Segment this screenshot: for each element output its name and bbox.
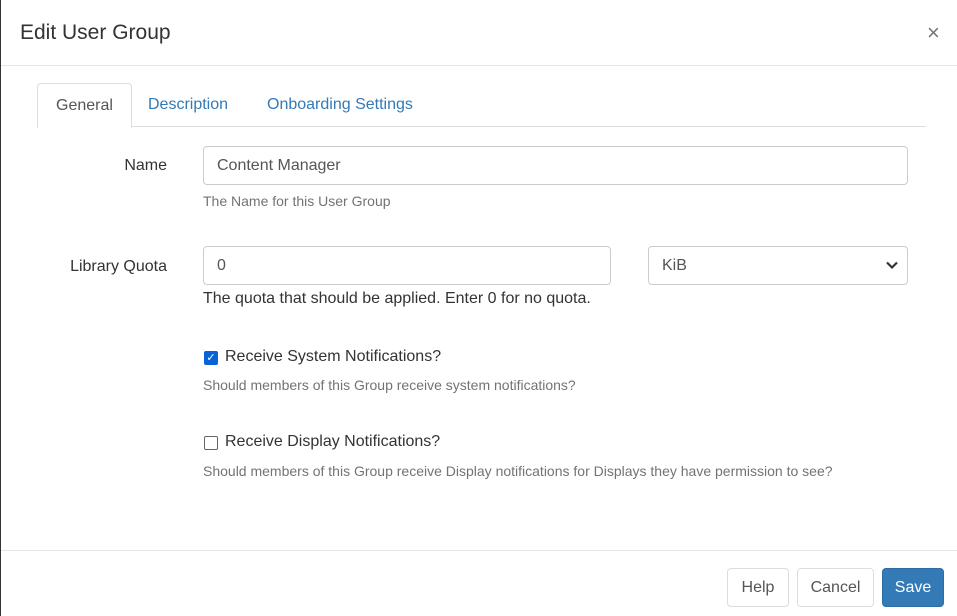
quota-unit-select[interactable]: KiB (648, 246, 908, 285)
chevron-down-icon (886, 261, 898, 270)
tab-description[interactable]: Description (130, 83, 246, 127)
display-notifications-checkbox[interactable] (204, 436, 218, 450)
dialog-header: Edit User Group × (1, 0, 957, 66)
cancel-button[interactable]: Cancel (797, 568, 874, 607)
quota-unit-value: KiB (662, 257, 687, 274)
tab-onboarding-settings[interactable]: Onboarding Settings (249, 83, 431, 127)
system-notifications-checkbox[interactable]: ✓ (204, 351, 218, 365)
help-button[interactable]: Help (727, 568, 789, 607)
system-notifications-label[interactable]: Receive System Notifications? (225, 348, 441, 366)
name-input[interactable]: Content Manager (203, 146, 908, 185)
tab-bar: General Description Onboarding Settings (37, 83, 926, 128)
display-notifications-help: Should members of this Group receive Dis… (203, 463, 833, 479)
library-quota-label: Library Quota (70, 258, 167, 275)
display-notifications-label[interactable]: Receive Display Notifications? (225, 433, 440, 451)
system-notifications-help: Should members of this Group receive sys… (203, 377, 576, 393)
dialog-footer (1, 550, 957, 551)
dialog-title: Edit User Group (20, 21, 171, 44)
tab-general[interactable]: General (37, 83, 132, 128)
name-help: The Name for this User Group (203, 193, 391, 209)
close-icon[interactable]: × (927, 20, 940, 46)
save-button[interactable]: Save (882, 568, 944, 607)
library-quota-help: The quota that should be applied. Enter … (203, 290, 591, 307)
name-label: Name (124, 157, 167, 174)
library-quota-input[interactable]: 0 (203, 246, 611, 285)
